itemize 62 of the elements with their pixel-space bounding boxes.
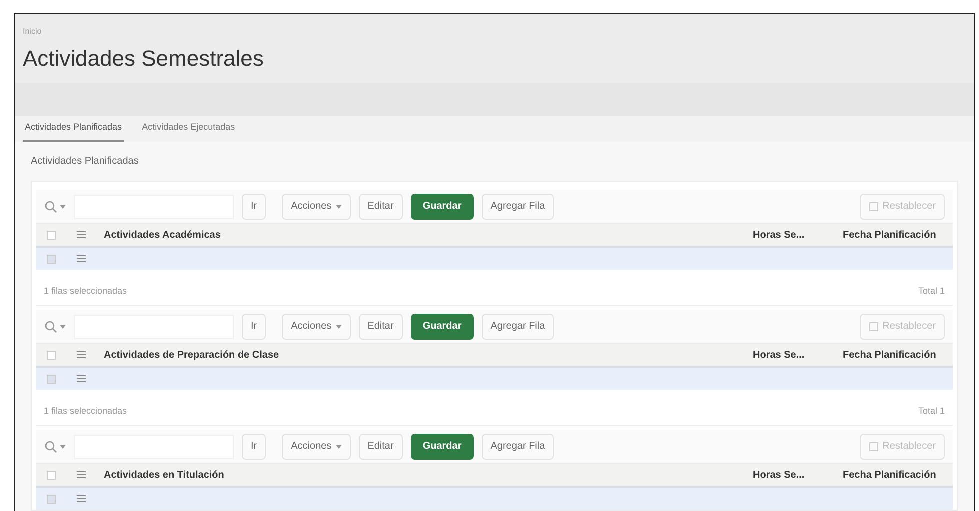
table-row[interactable] [36, 368, 953, 390]
column-header: Fecha Planificación [843, 468, 938, 482]
column-header: Horas Se... [753, 228, 806, 242]
checkbox[interactable] [46, 470, 56, 480]
reset-icon [868, 322, 879, 332]
search-menu-button[interactable] [44, 440, 66, 454]
go-button[interactable]: Ir [242, 434, 266, 460]
caret-icon [60, 444, 66, 448]
column-header: Actividades en Titulación [103, 468, 226, 482]
checkbox[interactable] [46, 350, 56, 360]
selection-count: 1 filas seleccionadas [44, 404, 128, 418]
table-row[interactable] [36, 488, 953, 510]
add-row-button[interactable]: Agregar Fila [482, 194, 554, 220]
caret-icon [60, 324, 66, 328]
caret-icon [336, 444, 342, 448]
caret-icon [336, 204, 342, 208]
save-button[interactable]: Guardar [410, 434, 474, 460]
actions-button[interactable]: Acciones [282, 434, 351, 460]
edit-button[interactable]: Editar [358, 314, 403, 340]
reset-icon [868, 202, 879, 212]
search-icon [44, 200, 58, 214]
actions-button[interactable]: Acciones [282, 314, 351, 340]
total-count: Total 1 [918, 404, 945, 418]
tab[interactable]: Actividades Ejecutadas [140, 120, 238, 142]
caret-icon [60, 204, 66, 208]
checkbox[interactable] [46, 374, 56, 384]
tab[interactable]: Actividades Planificadas [23, 120, 124, 142]
checkbox[interactable] [46, 254, 56, 264]
page-title: Actividades Semestrales [23, 45, 265, 73]
search-menu-button[interactable] [44, 200, 66, 214]
menu-icon [76, 255, 86, 263]
column-header: Fecha Planificación [843, 348, 938, 362]
menu-icon [76, 231, 86, 239]
add-row-button[interactable]: Agregar Fila [482, 314, 554, 340]
total-count: Total 1 [918, 284, 945, 298]
column-header: Horas Se... [753, 468, 806, 482]
selection-count: 1 filas seleccionadas [44, 284, 128, 298]
add-row-button[interactable]: Agregar Fila [482, 434, 554, 460]
reset-icon [868, 442, 879, 452]
search-icon [44, 320, 58, 334]
search-menu-button[interactable] [44, 320, 66, 334]
column-header: Horas Se... [753, 348, 806, 362]
go-button[interactable]: Ir [242, 194, 266, 220]
save-button[interactable]: Guardar [410, 194, 474, 220]
region-title: Actividades Planificadas [31, 155, 140, 169]
column-header: Actividades de Preparación de Clase [103, 348, 280, 362]
actions-button[interactable]: Acciones [282, 194, 351, 220]
menu-icon [76, 351, 86, 359]
column-header: Actividades Académicas [103, 228, 222, 242]
search-icon [44, 440, 58, 454]
edit-button[interactable]: Editar [358, 194, 403, 220]
caret-icon [336, 324, 342, 328]
checkbox[interactable] [46, 494, 56, 504]
save-button[interactable]: Guardar [410, 314, 474, 340]
checkbox[interactable] [46, 230, 56, 240]
edit-button[interactable]: Editar [358, 434, 403, 460]
column-header: Fecha Planificación [843, 228, 938, 242]
table-row[interactable] [36, 248, 953, 270]
menu-icon [76, 471, 86, 479]
menu-icon [76, 495, 86, 503]
go-button[interactable]: Ir [242, 314, 266, 340]
menu-icon [76, 375, 86, 383]
